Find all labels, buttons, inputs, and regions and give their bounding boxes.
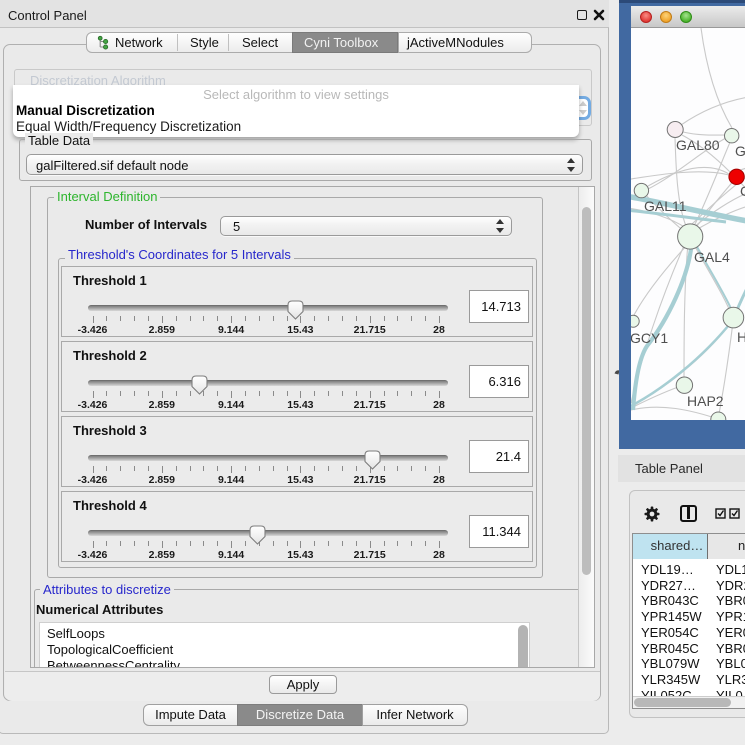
- svg-text:C: C: [740, 183, 745, 199]
- svg-text:H: H: [737, 329, 745, 345]
- svg-text:G: G: [735, 143, 745, 159]
- svg-text:HAP2: HAP2: [687, 393, 724, 409]
- svg-text:GAL4: GAL4: [694, 249, 730, 265]
- svg-text:GAL80: GAL80: [676, 137, 720, 153]
- svg-text:GAL11: GAL11: [644, 198, 687, 214]
- svg-text:GCY1: GCY1: [631, 330, 668, 346]
